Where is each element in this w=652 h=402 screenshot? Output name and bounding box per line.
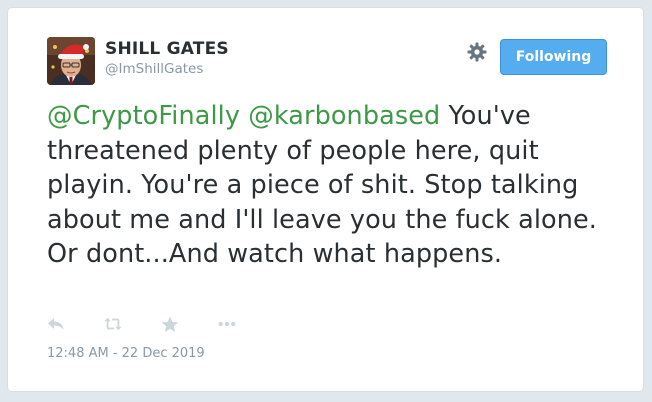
mention-link[interactable]: @CryptoFinally xyxy=(47,101,240,131)
mention-link[interactable]: @karbonbased xyxy=(248,101,440,131)
user-handle[interactable]: @ImShillGates xyxy=(105,61,203,77)
avatar[interactable] xyxy=(47,37,95,85)
gear-icon[interactable] xyxy=(466,41,488,63)
like-star-icon[interactable] xyxy=(161,315,179,333)
following-button[interactable]: Following xyxy=(500,39,607,75)
timestamp[interactable]: 12:48 AM - 22 Dec 2019 xyxy=(47,346,205,361)
tweet-text: @CryptoFinally @karbonbased You've threa… xyxy=(47,99,617,272)
display-name[interactable]: SHILL GATES xyxy=(105,39,229,59)
tweet-actions xyxy=(47,314,275,334)
retweet-icon[interactable] xyxy=(104,315,122,333)
avatar-image xyxy=(47,37,95,85)
reply-icon[interactable] xyxy=(47,315,65,333)
more-icon[interactable] xyxy=(218,315,236,333)
tweet-card: SHILL GATES @ImShillGates Following @Cry… xyxy=(7,7,644,392)
